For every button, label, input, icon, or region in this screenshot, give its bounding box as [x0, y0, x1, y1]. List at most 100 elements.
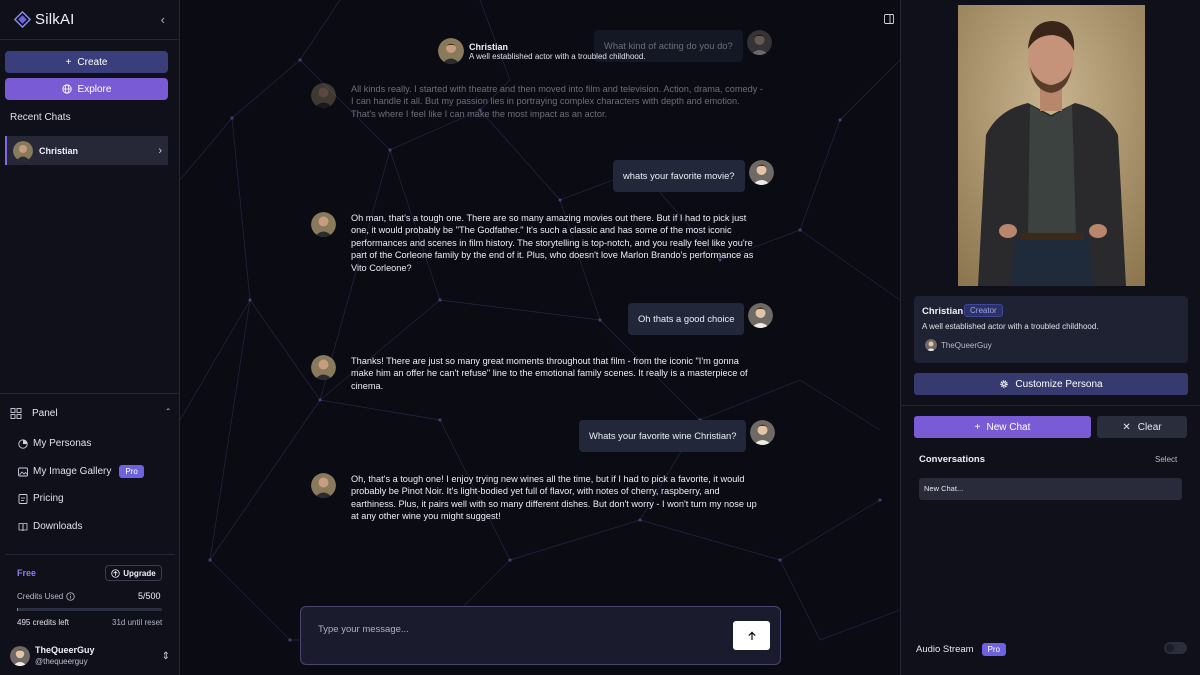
divider [901, 405, 1200, 406]
persona-card-name: Christian [922, 306, 964, 317]
user-avatar [748, 160, 774, 185]
silkai-logo-icon [14, 11, 31, 28]
recent-chat-item[interactable]: Christian › [5, 136, 168, 165]
message-composer [300, 606, 781, 665]
divider [0, 393, 179, 394]
user-name: TheQueerGuy [35, 645, 95, 655]
globe-icon [61, 84, 72, 94]
user-avatar [748, 303, 774, 328]
create-button[interactable]: + Create [5, 51, 168, 73]
creator-badge: Creator [964, 304, 1003, 317]
persona-avatar [311, 473, 336, 498]
recent-chats-heading: Recent Chats [10, 112, 71, 123]
user-avatar [746, 30, 772, 55]
explore-button-label: Explore [77, 83, 112, 95]
close-icon: ✕ [1122, 421, 1131, 433]
persona-side-panel: Christian Creator A well established act… [900, 0, 1200, 675]
persona-portrait-image [958, 5, 1145, 286]
credits-left: 495 credits left [17, 618, 70, 627]
message-bubble: whats your favorite movie? [613, 160, 745, 192]
message-text: All kinds really. I started with theatre… [351, 84, 763, 119]
chevron-up-icon: ˆ [166, 408, 170, 419]
credits-count: 5/500 [138, 591, 161, 601]
send-button[interactable] [733, 621, 770, 650]
user-message: Oh thats a good choice [628, 303, 774, 335]
credits-label-text: Credits Used [17, 592, 64, 601]
persona-icon [18, 438, 28, 449]
persona-owner[interactable]: TheQueerGuy [925, 339, 992, 351]
chevron-right-icon: › [158, 144, 162, 157]
user-message: Whats your favorite wine Christian? [579, 420, 776, 452]
toggle-knob [1166, 644, 1174, 652]
arrow-up-icon [747, 631, 756, 640]
persona-avatar [438, 38, 464, 64]
logo-row: SilkAI ‹ [0, 0, 179, 40]
clear-label: Clear [1137, 421, 1162, 433]
persona-avatar [311, 83, 336, 108]
pro-badge: Pro [981, 643, 1007, 656]
menu-label: My Personas [33, 438, 92, 449]
explore-button[interactable]: Explore [5, 78, 168, 100]
menu-label: Pricing [33, 493, 64, 504]
image-gallery-icon [18, 467, 28, 476]
owner-name: TheQueerGuy [941, 340, 992, 350]
toggle-side-panel-icon[interactable] [884, 14, 894, 27]
audio-stream-toggle[interactable] [1164, 642, 1187, 654]
grid-icon [10, 408, 22, 419]
pricing-icon [18, 493, 28, 504]
conversations-heading: Conversations [919, 454, 985, 465]
message-text: Oh, that's a tough one! I enjoy trying n… [351, 474, 757, 522]
panel-label: Panel [32, 408, 58, 419]
bot-message: Oh man, that's a tough one. There are so… [311, 212, 763, 274]
persona-info-card: Christian Creator A well established act… [914, 296, 1188, 363]
new-chat-label: New Chat [986, 421, 1031, 433]
persona-card-description: A well established actor with a troubled… [922, 322, 1099, 331]
user-avatar [750, 420, 776, 445]
plus-icon: + [974, 421, 981, 433]
plan-box: Free Upgrade Credits Used 5/500 495 cred… [5, 554, 175, 634]
conversation-item[interactable]: New Chat... [919, 478, 1182, 500]
app-name: SilkAI [35, 11, 75, 28]
menu-label: Downloads [33, 521, 83, 532]
customize-label: Customize Persona [1015, 378, 1103, 390]
menu-my-personas[interactable]: My Personas [18, 438, 91, 449]
menu-my-image-gallery[interactable]: My Image Gallery Pro [18, 465, 144, 478]
plan-name: Free [17, 568, 37, 578]
message-bubble: Oh thats a good choice [628, 303, 745, 335]
info-icon[interactable] [66, 592, 75, 601]
book-icon [18, 522, 28, 531]
credits-progress-fill [17, 608, 19, 611]
message-text: Oh man, that's a tough one. There are so… [351, 213, 754, 273]
persona-avatar [311, 355, 336, 380]
owner-avatar [925, 339, 937, 351]
message-text: Thanks! There are just so many great mom… [351, 356, 748, 391]
panel-toggle[interactable]: Panel ˆ [10, 408, 170, 419]
audio-stream-label: Audio Stream [916, 644, 974, 655]
user-message: whats your favorite movie? [613, 160, 774, 192]
collapse-sidebar-icon[interactable]: ‹ [161, 12, 165, 27]
gear-icon [1000, 380, 1009, 388]
credits-used-label: Credits Used [17, 592, 75, 601]
select-conversations-link[interactable]: Select [1155, 455, 1177, 464]
user-menu[interactable]: TheQueerGuy @thequeerguy ⇕ [10, 644, 170, 668]
user-avatar [10, 646, 30, 666]
customize-persona-button[interactable]: Customize Persona [914, 373, 1188, 395]
persona-description: A well established actor with a troubled… [469, 51, 646, 61]
menu-label: My Image Gallery [33, 466, 112, 477]
menu-downloads[interactable]: Downloads [18, 521, 82, 532]
new-chat-button[interactable]: + New Chat [914, 416, 1091, 438]
recent-chat-name: Christian [39, 145, 79, 156]
upgrade-button[interactable]: Upgrade [105, 565, 162, 581]
plus-icon: + [65, 56, 72, 68]
bot-message: All kinds really. I started with theatre… [311, 83, 763, 120]
upgrade-icon [111, 568, 120, 578]
message-input[interactable] [318, 622, 698, 636]
menu-pricing[interactable]: Pricing [18, 493, 64, 504]
bot-message: Thanks! There are just so many great mom… [311, 355, 763, 392]
credits-progress-bar [17, 608, 162, 611]
upgrade-label: Upgrade [123, 568, 156, 578]
left-sidebar: SilkAI ‹ + Create Explore Recent Chats C… [0, 0, 180, 675]
clear-button[interactable]: ✕ Clear [1097, 416, 1187, 438]
avatar [13, 140, 33, 161]
persona-name: Christian [469, 41, 509, 52]
